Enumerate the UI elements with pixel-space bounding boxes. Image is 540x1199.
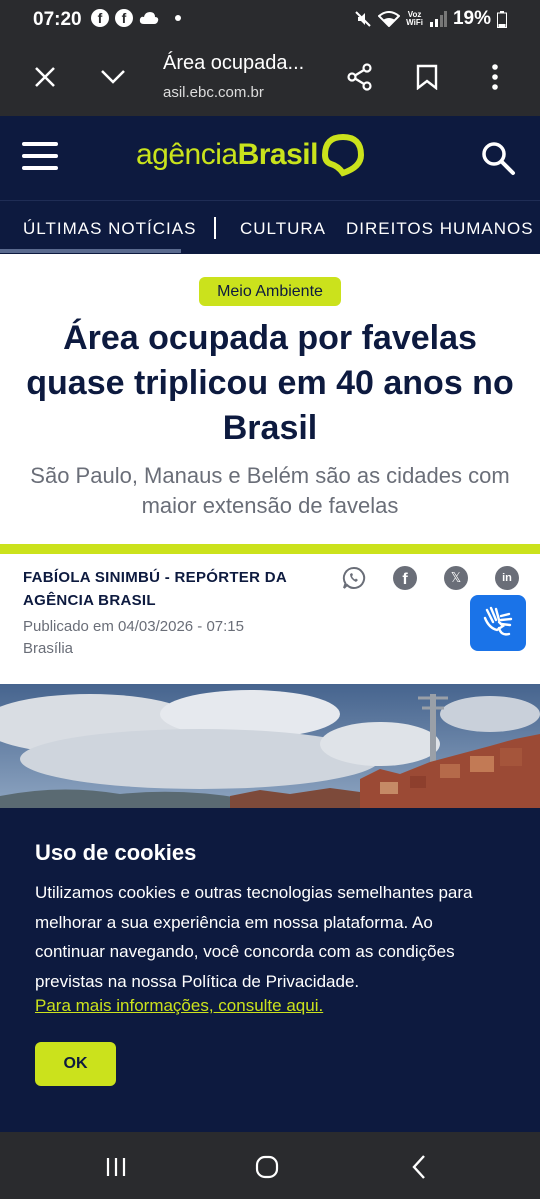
recent-apps-icon <box>106 1158 126 1176</box>
section-nav: ÚLTIMAS NOTÍCIAS CULTURA DIREITOS HUMANO… <box>0 200 540 254</box>
status-time: 07:20 <box>33 9 82 30</box>
voz-wifi-indicator: Voz WiFi <box>406 11 423 27</box>
whatsapp-icon <box>342 566 366 589</box>
linkedin-icon: in <box>502 572 512 584</box>
home-button[interactable] <box>252 1152 282 1182</box>
hamburger-line <box>22 166 58 170</box>
logo-text-light: agência <box>136 138 238 171</box>
site-logo[interactable]: agência Brasil <box>136 132 366 178</box>
publish-date: Publicado em 04/03/2026 - 07:15 <box>23 618 244 635</box>
accent-divider <box>0 544 540 554</box>
share-icon <box>347 63 372 91</box>
cloud-icon <box>139 12 159 24</box>
cookie-body: Utilizamos cookies e outras tecnologias … <box>35 883 473 991</box>
facebook-icon: f <box>402 570 408 588</box>
hamburger-line <box>22 142 58 146</box>
x-icon: 𝕏 <box>450 570 462 585</box>
back-button[interactable] <box>404 1152 434 1182</box>
sign-language-button[interactable] <box>470 595 526 651</box>
system-navigation-bar <box>0 1132 540 1199</box>
nav-item-cultura[interactable]: CULTURA <box>240 219 326 239</box>
hamburger-menu-button[interactable] <box>22 142 58 172</box>
battery-icon <box>497 10 507 28</box>
bookmark-button[interactable] <box>412 62 442 92</box>
share-facebook-button[interactable]: f <box>393 566 417 590</box>
page-title: Área ocupada... <box>163 52 305 74</box>
share-whatsapp-button[interactable] <box>342 566 366 590</box>
back-icon <box>412 1155 425 1179</box>
nav-divider <box>214 217 216 239</box>
article-subheadline: São Paulo, Manaus e Belém são as cidades… <box>30 463 510 518</box>
cookie-title: Uso de cookies <box>35 840 197 865</box>
more-notifications-dot <box>175 15 181 21</box>
facebook-notification-icon: f <box>91 9 109 27</box>
status-bar: 07:20 f f Voz WiFi 19% <box>0 0 540 38</box>
category-tag[interactable]: Meio Ambiente <box>199 277 341 306</box>
mute-icon <box>355 11 371 27</box>
cookie-more-info-link[interactable]: Para mais informações, consulte aqui. <box>35 996 323 1016</box>
article-headline: Área ocupada por favelas quase triplicou… <box>26 319 514 447</box>
search-icon <box>482 142 515 175</box>
nav-item-direitos-humanos[interactable]: DIREITOS HUMANOS <box>346 219 534 239</box>
share-page-button[interactable] <box>345 62 375 92</box>
logo-mark-icon <box>321 133 364 177</box>
wifi-label: WiFi <box>406 18 423 27</box>
bookmark-icon <box>416 64 438 90</box>
collapse-button[interactable] <box>98 62 128 92</box>
browser-toolbar: Área ocupada... asil.ebc.com.br <box>0 38 540 116</box>
chevron-down-icon <box>101 70 125 84</box>
signal-icon <box>429 11 447 27</box>
wifi-icon <box>378 11 401 27</box>
article-location: Brasília <box>23 640 74 657</box>
page-url[interactable]: asil.ebc.com.br <box>163 84 264 101</box>
notification-icons: f f <box>91 9 181 27</box>
system-icons: Voz WiFi 19% <box>354 8 507 30</box>
logo-text-bold: Brasil <box>237 138 319 171</box>
close-icon <box>35 67 55 87</box>
recent-apps-button[interactable] <box>101 1152 131 1182</box>
site-header: agência Brasil <box>0 116 540 200</box>
share-x-button[interactable]: 𝕏 <box>444 566 468 590</box>
article-image[interactable] <box>0 684 540 810</box>
close-tab-button[interactable] <box>30 62 60 92</box>
nav-item-ultimas-noticias[interactable]: ÚLTIMAS NOTÍCIAS <box>23 219 196 239</box>
favela-photo <box>0 684 540 810</box>
article-author[interactable]: FABÍOLA SINIMBÚ - REPÓRTER DA AGÊNCIA BR… <box>23 566 313 612</box>
active-nav-indicator <box>0 249 181 253</box>
battery-percent: 19% <box>452 8 491 29</box>
facebook-notification-icon: f <box>115 9 133 27</box>
more-vertical-icon <box>492 64 498 90</box>
search-button[interactable] <box>480 140 516 176</box>
share-linkedin-button[interactable]: in <box>495 566 519 590</box>
cookie-ok-button[interactable]: OK <box>35 1042 116 1086</box>
hamburger-line <box>22 154 58 158</box>
home-icon <box>255 1155 279 1179</box>
cookie-consent-banner: Uso de cookies Utilizamos cookies e outr… <box>0 808 540 1132</box>
menu-button[interactable] <box>480 62 510 92</box>
sign-language-hands-icon <box>483 606 513 636</box>
